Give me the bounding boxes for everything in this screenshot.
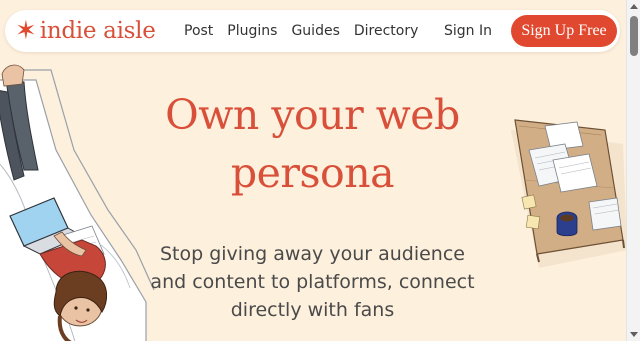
woman-on-couch-illustration	[0, 64, 155, 341]
hero-title-line-1: Own your web	[165, 91, 460, 139]
scroll-up-arrow-icon[interactable]	[630, 4, 638, 9]
table-with-papers-illustration	[511, 119, 627, 268]
nav-link-plugins[interactable]: Plugins	[227, 23, 277, 39]
hero-title-line-2: persona	[230, 149, 395, 197]
brand-name: indie aisle	[39, 18, 156, 44]
vertical-scrollbar[interactable]	[626, 0, 640, 341]
top-navigation-bar: ✶ indie aisle Post Plugins Guides Direct…	[5, 10, 620, 52]
sign-up-button[interactable]: Sign Up Free	[511, 15, 617, 47]
star-icon: ✶	[15, 16, 37, 46]
nav-links: Post Plugins Guides Directory	[177, 10, 425, 52]
hero-subtitle: Stop giving away your audience and conte…	[150, 243, 475, 321]
nav-link-post[interactable]: Post	[184, 23, 213, 39]
hero-heading: Own your web persona	[140, 86, 485, 202]
nav-link-directory[interactable]: Directory	[354, 23, 419, 39]
hero-title: Own your web persona	[140, 86, 485, 202]
sign-in-link[interactable]: Sign In	[444, 10, 492, 52]
scroll-down-arrow-icon[interactable]	[630, 332, 638, 337]
brand-logo-link[interactable]: ✶ indie aisle	[15, 14, 156, 48]
scrollbar-thumb[interactable]	[630, 16, 638, 56]
page: ✶ indie aisle Post Plugins Guides Direct…	[0, 0, 640, 341]
nav-link-guides[interactable]: Guides	[291, 23, 339, 39]
